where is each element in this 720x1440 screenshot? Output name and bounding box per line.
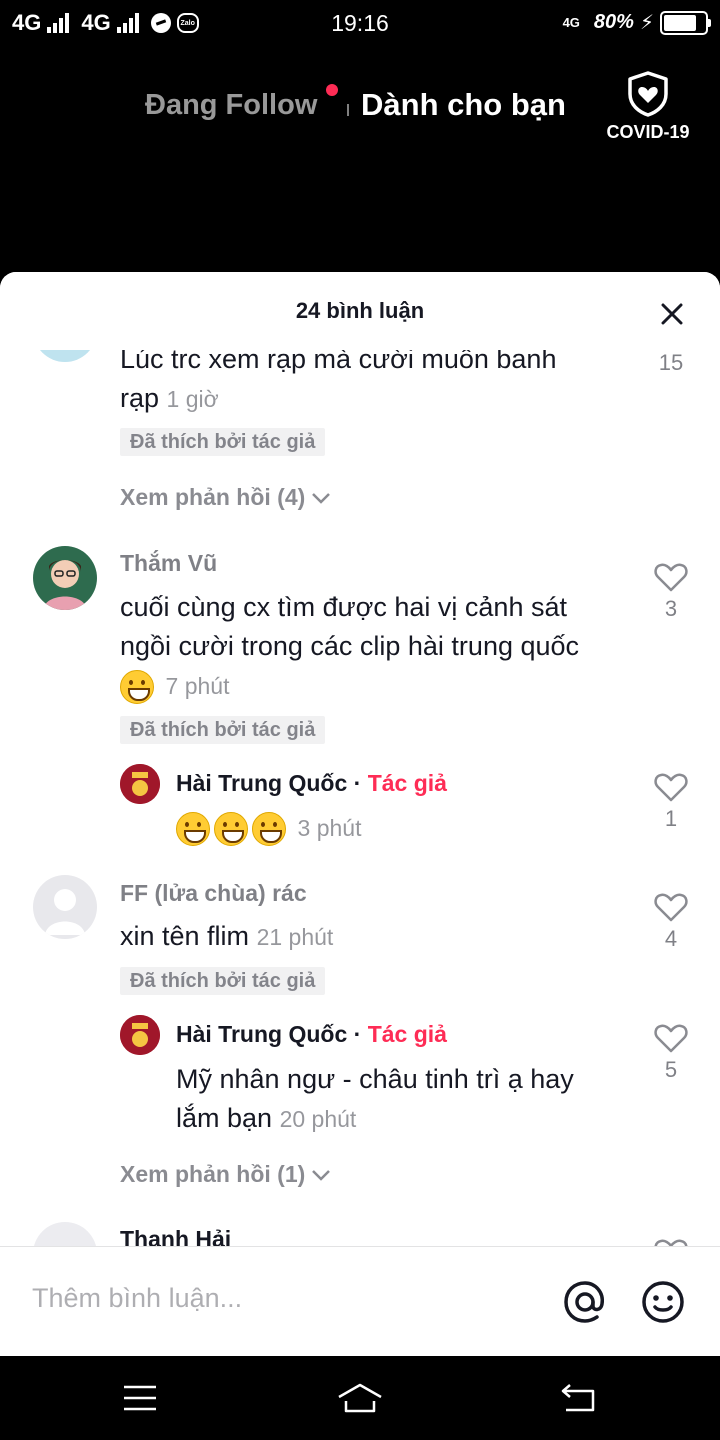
avatar[interactable] — [33, 546, 97, 610]
charging-icon: ⚡ — [639, 12, 654, 34]
comment-body: cuối cùng cx tìm được hai vị cảnh sát ng… — [120, 592, 580, 661]
comment-input[interactable]: Thêm bình luận... — [32, 1283, 242, 1314]
reply-username[interactable]: Hài Trung Quốc — [176, 1021, 347, 1047]
back-icon — [561, 1384, 595, 1412]
user-photo — [33, 546, 97, 610]
comments-header: 24 bình luận — [0, 272, 720, 350]
tears-of-joy-emoji-icon — [176, 811, 210, 846]
liked-by-author-badge: Đã thích bởi tác giả — [120, 428, 326, 456]
tab-divider — [347, 104, 349, 116]
mention-button[interactable] — [562, 1279, 608, 1325]
reply-username-line: Hài Trung Quốc · Tác giả — [176, 770, 447, 797]
view-replies-button[interactable]: Xem phản hồi (4) — [120, 484, 331, 511]
reply-time: 20 phút — [279, 1106, 357, 1132]
comment-time: 21 phút — [256, 924, 334, 950]
like-button[interactable]: 5 — [641, 1023, 701, 1083]
tears-of-joy-emoji-icon — [252, 811, 286, 846]
avatar[interactable] — [33, 1222, 97, 1246]
network-label-right: 4G — [562, 15, 580, 30]
reply-text: 3 phút — [176, 808, 576, 848]
liked-by-author-badge: Đã thích bởi tác giả — [120, 716, 326, 744]
like-count: 4 — [664, 926, 678, 951]
like-button[interactable]: 1 — [641, 772, 701, 832]
channel-logo — [120, 764, 160, 804]
emoji-button[interactable] — [640, 1279, 686, 1325]
comment-text: cuối cùng cx tìm được hai vị cảnh sát ng… — [120, 588, 620, 706]
like-count: 1 — [664, 806, 678, 831]
tears-of-joy-emoji-icon — [214, 811, 248, 846]
liked-by-author-badge: Đã thích bởi tác giả — [120, 967, 326, 995]
home-button[interactable] — [330, 1376, 390, 1420]
comment-text: xin tên flim 21 phút — [120, 917, 600, 957]
comment-body: xin tên flim — [120, 921, 250, 951]
like-count: 3 — [664, 596, 678, 621]
top-nav: Đang Follow Dành cho bạn COVID-19 — [0, 71, 720, 142]
menu-button[interactable] — [110, 1376, 170, 1420]
home-icon — [338, 1383, 382, 1413]
view-replies-button[interactable]: Xem phản hồi (1) — [120, 1161, 331, 1188]
at-sign-icon — [564, 1281, 605, 1323]
chevron-down-icon — [312, 492, 331, 504]
reply-username-line: Hài Trung Quốc · Tác giả — [176, 1021, 447, 1048]
default-avatar-icon — [33, 875, 97, 939]
heart-icon — [654, 773, 688, 802]
heart-icon — [654, 893, 688, 922]
reply-text: Mỹ nhân ngư - châu tinh trì ạ hay lắm bạ… — [176, 1060, 606, 1139]
reply-username[interactable]: Hài Trung Quốc — [176, 770, 347, 796]
comments-panel: Lúc trc xem rạp mà cười muốn banh rạp 1 … — [0, 272, 720, 1356]
tab-following[interactable]: Đang Follow — [145, 89, 317, 122]
comment-username[interactable]: Thắm Vũ — [120, 550, 217, 577]
system-nav-bar — [0, 1356, 720, 1440]
view-replies-label: Xem phản hồi (4) — [120, 484, 306, 510]
close-button[interactable] — [652, 294, 692, 334]
shield-heart-icon — [628, 71, 668, 117]
tab-for-you[interactable]: Dành cho bạn — [361, 87, 566, 123]
view-replies-label: Xem phản hồi (1) — [120, 1161, 306, 1187]
covid-label: COVID-19 — [606, 122, 690, 142]
like-button[interactable] — [641, 1238, 701, 1246]
comment-time: 7 phút — [165, 673, 230, 699]
channel-logo — [120, 1015, 160, 1055]
like-count: 5 — [664, 1057, 678, 1082]
author-tag: Tác giả — [367, 770, 447, 796]
battery-percent: 80% — [593, 11, 634, 33]
heart-icon — [654, 1239, 688, 1246]
status-right: 4G 80% ⚡ — [562, 10, 711, 35]
comment-list[interactable]: Lúc trc xem rạp mà cười muốn banh rạp 1 … — [0, 272, 720, 1246]
author-tag: Tác giả — [367, 1021, 447, 1047]
comment-text: Lúc trc xem rạp mà cười muốn banh rạp 1 … — [120, 340, 580, 419]
chevron-down-icon — [312, 1169, 331, 1181]
separator-dot: · — [347, 1021, 368, 1047]
close-icon — [661, 303, 683, 325]
grinning-emoji-icon — [120, 669, 154, 704]
comment-username[interactable]: FF (lửa chùa) rác — [120, 880, 307, 907]
heart-icon — [654, 1024, 688, 1053]
comment-input-bar: Thêm bình luận... — [0, 1246, 720, 1356]
battery-icon — [660, 10, 711, 35]
comment-time: 1 giờ — [166, 386, 219, 412]
smiley-icon — [642, 1281, 684, 1323]
like-count: 15 — [658, 350, 684, 375]
status-bar: 4G 4G Zalo 19:16 4G 80% ⚡ — [0, 0, 720, 48]
heart-icon — [654, 563, 688, 592]
like-button[interactable]: 3 — [641, 562, 701, 622]
notification-dot — [326, 84, 338, 96]
reply-body: Mỹ nhân ngư - châu tinh trì ạ hay lắm bạ… — [176, 1064, 574, 1133]
author-avatar[interactable] — [120, 1015, 160, 1055]
default-avatar-icon — [33, 1222, 97, 1246]
covid-button[interactable]: COVID-19 — [600, 70, 696, 143]
avatar[interactable] — [33, 875, 97, 939]
reply-time: 3 phút — [297, 815, 362, 841]
separator-dot: · — [347, 770, 368, 796]
menu-icon — [124, 1385, 156, 1411]
like-button[interactable]: 4 — [641, 892, 701, 952]
comment-username[interactable]: Thanh Hải — [120, 1226, 231, 1246]
back-button[interactable] — [548, 1376, 608, 1420]
comments-count-title: 24 bình luận — [295, 298, 425, 323]
like-button[interactable]: 15 — [641, 346, 701, 376]
author-avatar[interactable] — [120, 764, 160, 804]
